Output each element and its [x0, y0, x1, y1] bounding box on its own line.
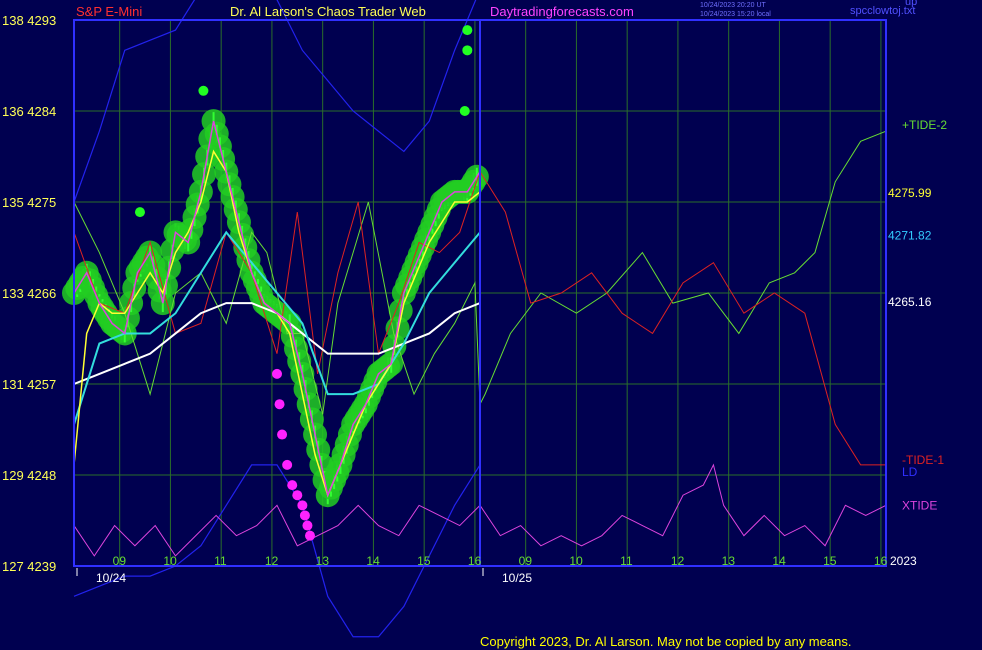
x-tick-label: 09	[519, 554, 533, 568]
y-tick-label: 127 4239	[2, 559, 56, 574]
date-label: 10/25	[502, 571, 532, 585]
channel-lower-line	[73, 464, 481, 638]
marker-green	[198, 85, 209, 96]
x-tick-label: 12	[265, 554, 279, 568]
year-label: 2023	[890, 554, 917, 568]
copyright: Copyright 2023, Dr. Al Larson. May not b…	[480, 634, 852, 649]
date-label: 10/24	[96, 571, 126, 585]
marker-magenta	[277, 429, 288, 440]
y-tick-label: 129 4248	[2, 468, 56, 483]
right-value-label: 4271.82	[888, 228, 932, 242]
series-label: LD	[902, 465, 918, 479]
x-tick-label: 14	[772, 554, 786, 568]
chart-header-title: Dr. Al Larson's Chaos Trader Web	[230, 4, 426, 19]
marker-magenta	[299, 510, 310, 521]
marker-magenta	[287, 480, 298, 491]
x-tick-label: 09	[113, 554, 127, 568]
marker-magenta	[297, 500, 308, 511]
instrument-label: S&P E-Mini	[76, 4, 143, 19]
marker-magenta	[304, 530, 315, 541]
x-tick-label: 14	[366, 554, 380, 568]
y-tick-label: 138 4293	[2, 13, 56, 28]
series-label: +TIDE-2	[902, 118, 947, 132]
marker-green	[134, 207, 145, 218]
timestamp-ut: 10/24/2023 20:20 UT	[700, 2, 766, 9]
marker-magenta	[274, 399, 285, 410]
marker-green	[462, 45, 473, 56]
x-tick-label: 11	[620, 554, 633, 568]
markers	[134, 25, 473, 541]
marker-magenta	[272, 368, 282, 379]
site-link[interactable]: Daytradingforecasts.com	[490, 4, 634, 19]
chart: 138 4293 136 4284 135 4275 133 4266 131 4257…	[2, 0, 947, 638]
marker-magenta	[292, 490, 303, 501]
x-tick-label: 10	[569, 554, 583, 568]
channel-upper-line	[73, 0, 477, 203]
right-value-label: 4265.16	[888, 295, 932, 309]
right-value-label: 4275.99	[888, 186, 932, 200]
y-tick-label: 135 4275	[2, 195, 56, 210]
marker-magenta	[302, 520, 313, 531]
x-tick-label: 16	[874, 554, 888, 568]
x-tick-label: 13	[722, 554, 736, 568]
y-tick-label: 133 4266	[2, 286, 56, 301]
y-tick-label: 136 4284	[2, 104, 56, 119]
x-tick-label: 16	[468, 554, 482, 568]
marker-green	[459, 106, 470, 116]
price-highlights	[62, 109, 489, 508]
series-label: XTIDE	[902, 498, 937, 512]
marker-green	[462, 25, 473, 36]
x-tick-label: 11	[214, 554, 227, 568]
marker-magenta	[282, 459, 293, 470]
timestamp-local: 10/24/2023 15:20 local	[700, 11, 771, 18]
y-tick-label: 131 4257	[2, 377, 56, 392]
x-tick-label: 12	[671, 554, 685, 568]
x-tick-label: 10	[163, 554, 177, 568]
x-tick-label: 15	[823, 554, 837, 568]
x-tick-label: 15	[417, 554, 431, 568]
x-tick-label: 13	[316, 554, 330, 568]
corner-code: up	[905, 0, 918, 8]
